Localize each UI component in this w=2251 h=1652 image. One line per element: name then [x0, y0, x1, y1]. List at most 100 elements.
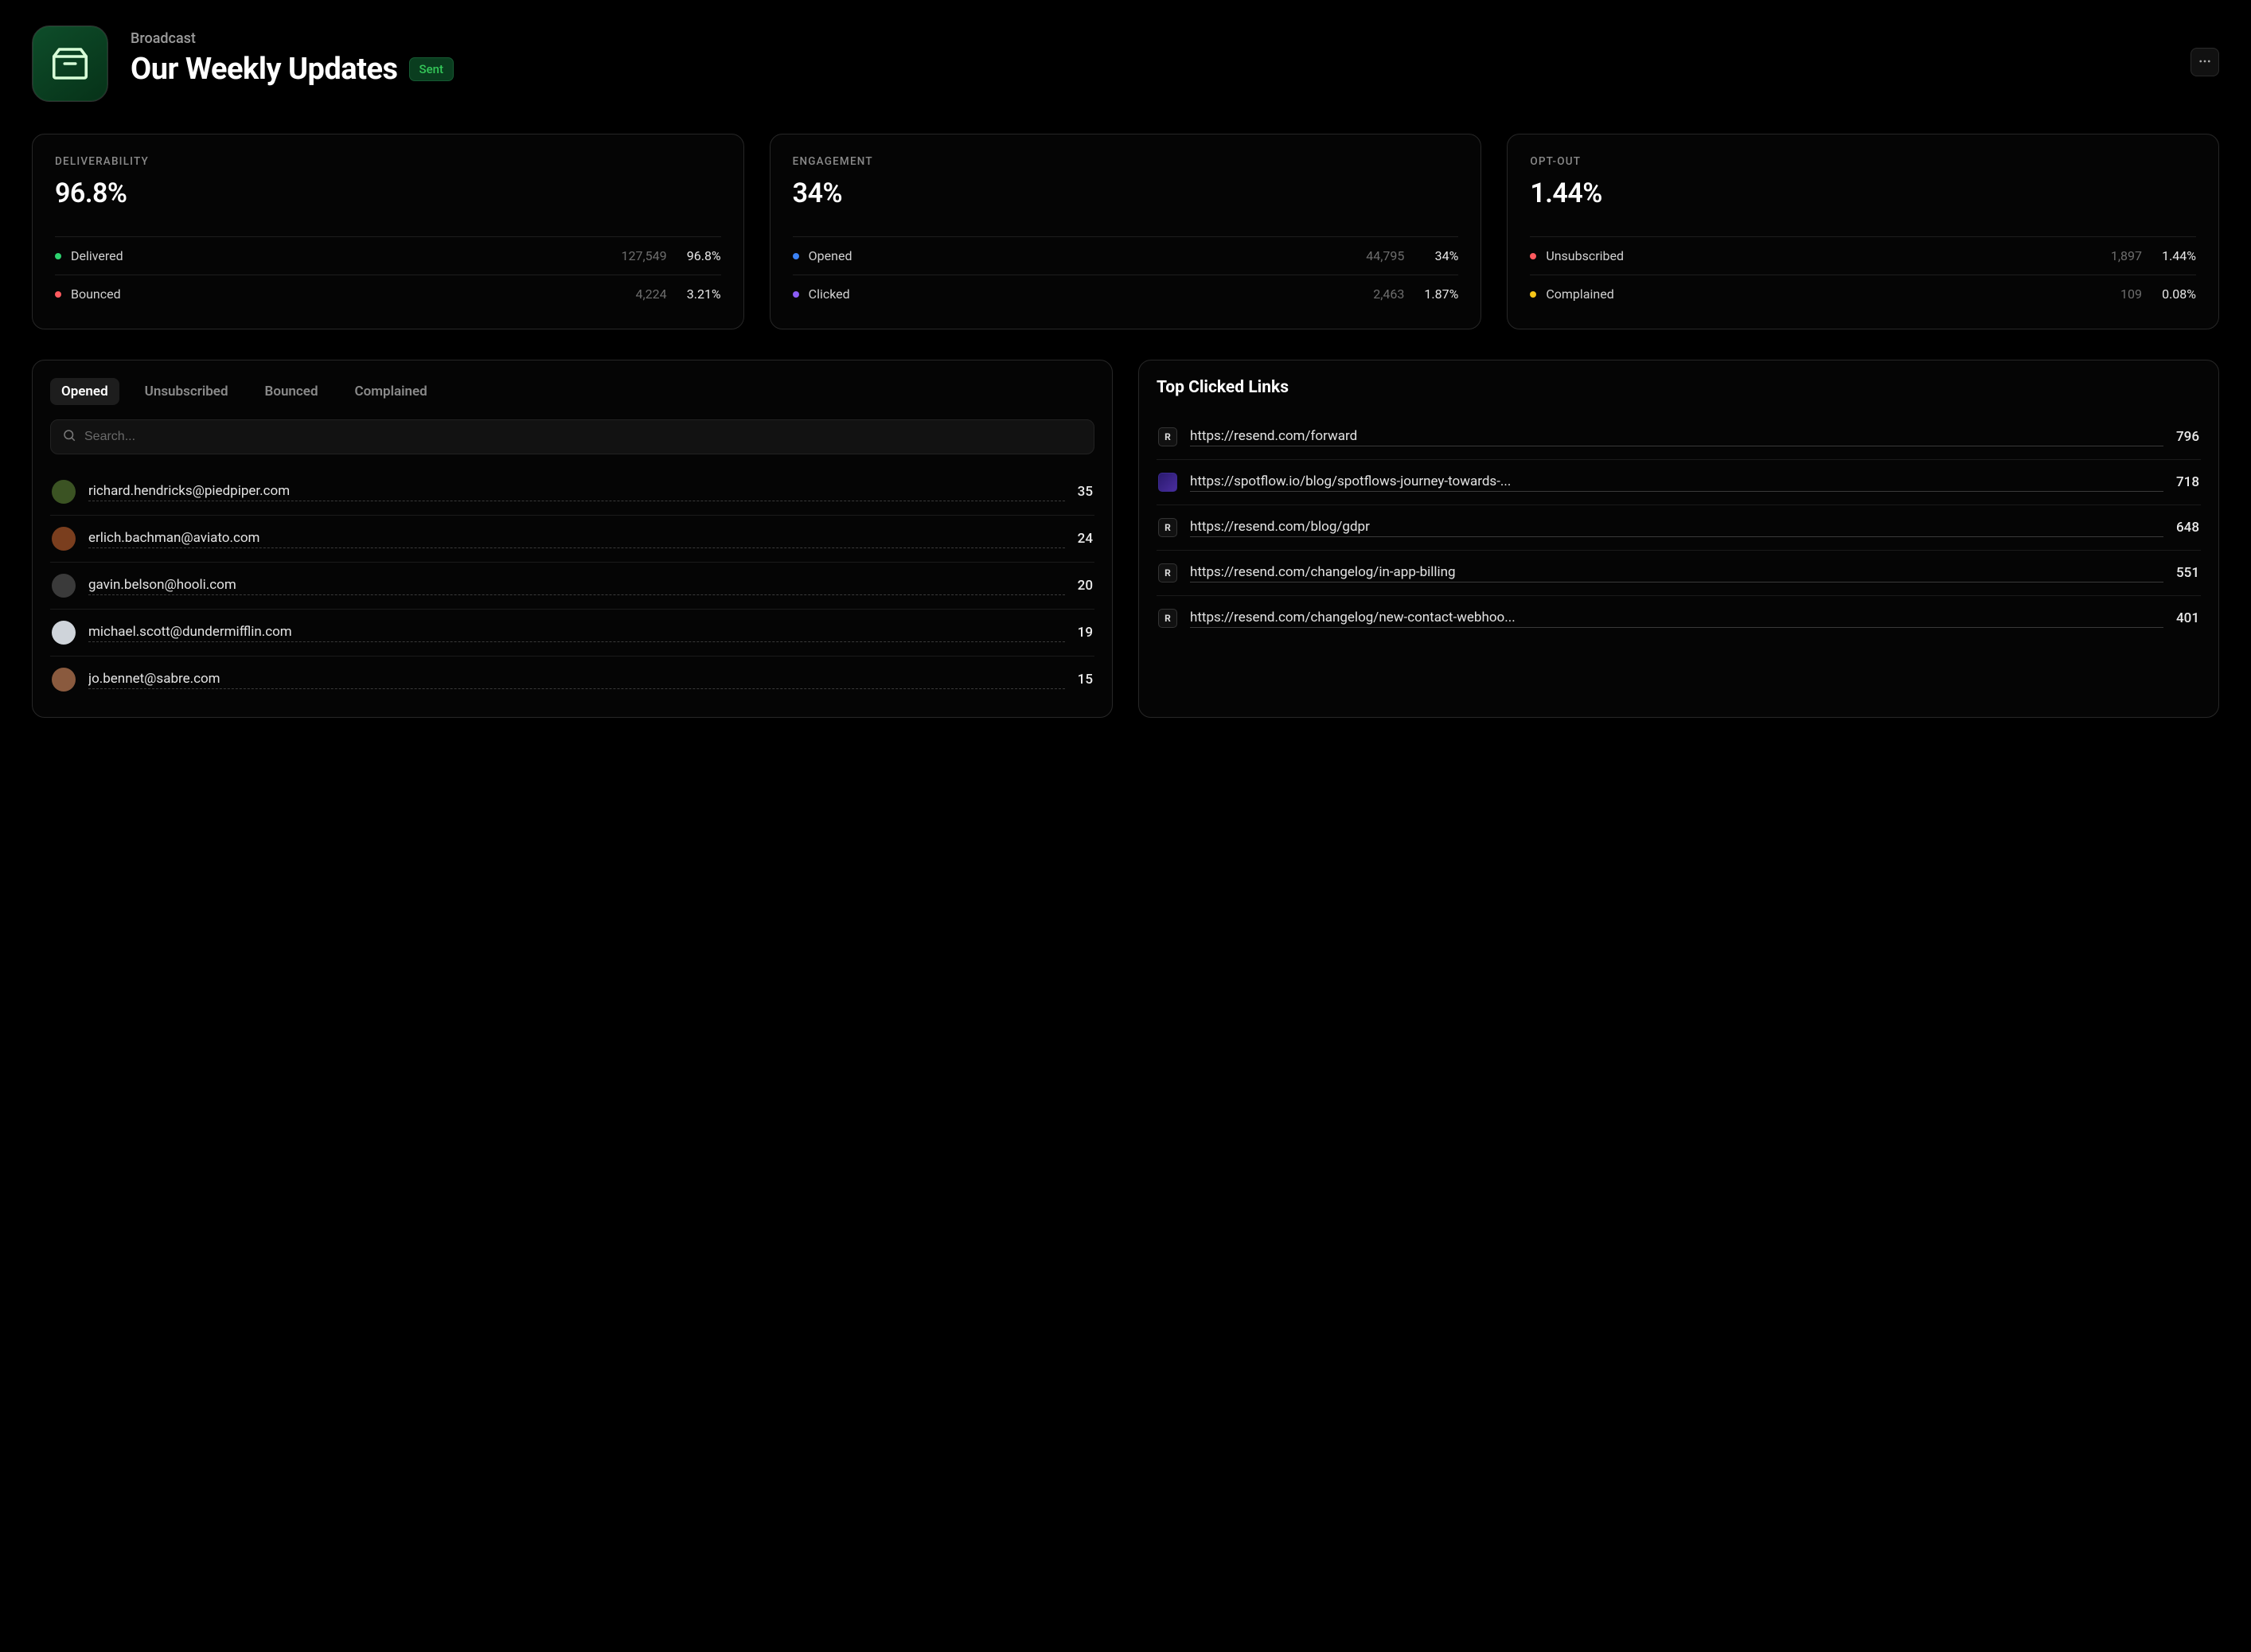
status-dot-icon [55, 291, 61, 298]
avatar [52, 527, 76, 551]
email-open-count: 35 [1078, 484, 1093, 500]
stat-percent: 1.44% [2152, 248, 2196, 263]
favicon-icon: R [1158, 427, 1177, 446]
email-address: michael.scott@dundermifflin.com [88, 624, 1065, 642]
email-address: jo.bennet@sabre.com [88, 671, 1065, 689]
stat-percent: 3.21% [677, 286, 721, 302]
stat-count: 44,795 [1366, 248, 1404, 263]
favicon-icon: R [1158, 609, 1177, 628]
panel-title: Top Clicked Links [1157, 378, 2201, 397]
metric-card: OPT-OUT 1.44% Unsubscribed1,897 1.44% Compla… [1507, 134, 2219, 329]
link-list: Rhttps://resend.com/forward 796 https://sp… [1157, 415, 2201, 641]
avatar [52, 668, 76, 692]
stat-row[interactable]: Complained109 0.08% [1530, 275, 2196, 313]
link-url: https://spotflow.io/blog/spotflows-journ… [1190, 473, 2163, 492]
metrics-row: DELIVERABILITY 96.8% Delivered127,549 96.8%… [32, 134, 2219, 329]
stat-percent: 96.8% [677, 248, 721, 263]
email-open-count: 24 [1078, 531, 1093, 547]
page-header: Broadcast Our Weekly Updates Sent [32, 25, 2219, 102]
email-address: erlich.bachman@aviato.com [88, 530, 1065, 548]
metric-value: 34% [793, 177, 1459, 209]
link-url: https://resend.com/blog/gdpr [1190, 519, 2163, 537]
link-click-count: 648 [2176, 520, 2199, 536]
tab-opened[interactable]: Opened [50, 378, 119, 405]
stat-label: Unsubscribed [1546, 248, 2111, 263]
email-list-row[interactable]: erlich.bachman@aviato.com 24 [50, 515, 1094, 562]
status-dot-icon [793, 291, 799, 298]
metric-value: 96.8% [55, 177, 721, 209]
stat-label: Opened [809, 248, 1367, 263]
stat-label: Bounced [71, 286, 636, 302]
stat-count: 4,224 [636, 286, 667, 302]
tab-complained[interactable]: Complained [344, 378, 439, 405]
link-row[interactable]: Rhttps://resend.com/changelog/in-app-bil… [1157, 550, 2201, 595]
metric-value: 1.44% [1530, 177, 2196, 209]
status-badge: Sent [409, 57, 454, 81]
email-address: gavin.belson@hooli.com [88, 577, 1065, 595]
search-box[interactable] [50, 419, 1094, 454]
stat-row[interactable]: Clicked2,463 1.87% [793, 275, 1459, 313]
avatar [52, 621, 76, 645]
stat-label: Complained [1546, 286, 2120, 302]
top-links-panel: Top Clicked Links Rhttps://resend.com/fo… [1138, 360, 2219, 718]
email-list: richard.hendricks@piedpiper.com 35 erlich.… [50, 469, 1094, 703]
avatar [52, 574, 76, 598]
email-list-row[interactable]: richard.hendricks@piedpiper.com 35 [50, 469, 1094, 515]
email-list-row[interactable]: jo.bennet@sabre.com 15 [50, 656, 1094, 703]
email-tabs: Opened Unsubscribed Bounced Complained [50, 378, 1094, 405]
metric-title: DELIVERABILITY [55, 155, 721, 168]
stat-row[interactable]: Bounced4,224 3.21% [55, 275, 721, 313]
favicon-icon: R [1158, 518, 1177, 537]
link-url: https://resend.com/forward [1190, 428, 2163, 446]
status-dot-icon [793, 253, 799, 259]
breadcrumb[interactable]: Broadcast [131, 30, 454, 47]
link-row[interactable]: Rhttps://resend.com/forward 796 [1157, 415, 2201, 459]
metric-title: OPT-OUT [1530, 155, 2196, 168]
stat-percent: 34% [1414, 248, 1458, 263]
link-row[interactable]: Rhttps://resend.com/blog/gdpr 648 [1157, 505, 2201, 550]
favicon-icon: R [1158, 563, 1177, 582]
link-row[interactable]: https://spotflow.io/blog/spotflows-journ… [1157, 459, 2201, 505]
metric-title: ENGAGEMENT [793, 155, 1459, 168]
metric-card: DELIVERABILITY 96.8% Delivered127,549 96.8%… [32, 134, 744, 329]
status-dot-icon [55, 253, 61, 259]
stat-count: 109 [2120, 286, 2142, 302]
link-click-count: 718 [2176, 474, 2199, 490]
email-list-row[interactable]: michael.scott@dundermifflin.com 19 [50, 609, 1094, 656]
more-actions-button[interactable] [2191, 48, 2219, 76]
link-click-count: 551 [2176, 565, 2199, 581]
link-click-count: 401 [2176, 610, 2199, 626]
avatar [52, 480, 76, 504]
stat-label: Clicked [809, 286, 1374, 302]
stat-label: Delivered [71, 248, 622, 263]
stat-percent: 0.08% [2152, 286, 2196, 302]
link-url: https://resend.com/changelog/new-contact… [1190, 610, 2163, 628]
page-title: Our Weekly Updates [131, 52, 398, 87]
search-input[interactable] [84, 430, 1083, 444]
email-address: richard.hendricks@piedpiper.com [88, 483, 1065, 501]
metric-card: ENGAGEMENT 34% Opened44,795 34% Clicked2,463… [770, 134, 1482, 329]
email-list-row[interactable]: gavin.belson@hooli.com 20 [50, 562, 1094, 609]
stat-percent: 1.87% [1414, 286, 1458, 302]
stat-count: 127,549 [622, 248, 667, 263]
stat-count: 1,897 [2111, 248, 2142, 263]
email-open-count: 20 [1078, 578, 1093, 594]
stat-row[interactable]: Unsubscribed1,897 1.44% [1530, 236, 2196, 275]
status-dot-icon [1530, 291, 1536, 298]
tab-unsubscribed[interactable]: Unsubscribed [134, 378, 240, 405]
link-url: https://resend.com/changelog/in-app-bill… [1190, 564, 2163, 582]
stat-row[interactable]: Opened44,795 34% [793, 236, 1459, 275]
tab-bounced[interactable]: Bounced [254, 378, 330, 405]
ellipsis-icon [2198, 54, 2212, 71]
stat-count: 2,463 [1373, 286, 1404, 302]
favicon-icon [1158, 473, 1177, 492]
link-row[interactable]: Rhttps://resend.com/changelog/new-contac… [1157, 595, 2201, 641]
status-dot-icon [1530, 253, 1536, 259]
email-open-count: 19 [1078, 625, 1093, 641]
broadcast-app-icon [32, 25, 108, 102]
link-click-count: 796 [2176, 429, 2199, 445]
search-icon [62, 428, 76, 446]
stat-row[interactable]: Delivered127,549 96.8% [55, 236, 721, 275]
email-activity-panel: Opened Unsubscribed Bounced Complained rich… [32, 360, 1113, 718]
email-open-count: 15 [1078, 672, 1093, 688]
